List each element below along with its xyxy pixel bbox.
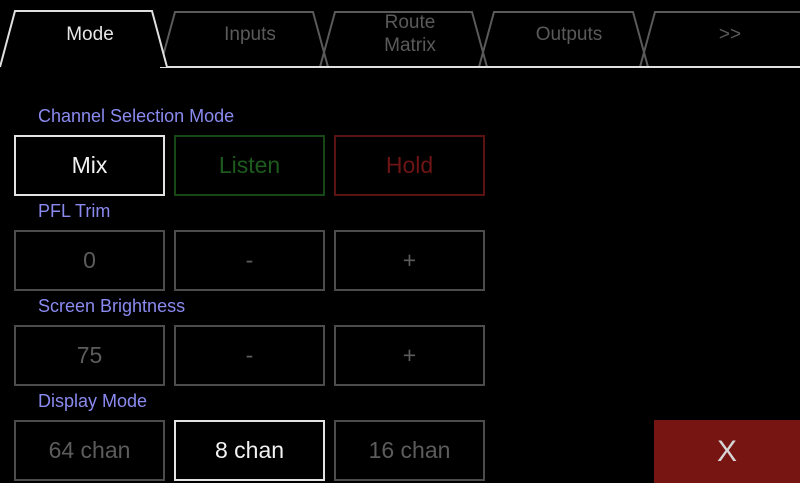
pfl-trim-increment-button[interactable]: + <box>334 230 485 291</box>
tab-inputs[interactable]: Inputs <box>175 0 325 68</box>
tab-more[interactable]: >> <box>655 0 800 68</box>
screen-brightness-decrement-button[interactable]: - <box>174 325 325 386</box>
channel-selection-mode-label: Channel Selection Mode <box>38 106 235 126</box>
mix-button[interactable]: Mix <box>14 135 165 196</box>
close-button[interactable]: X <box>654 420 800 483</box>
pfl-trim-value: 0 <box>14 230 165 291</box>
display-mode-8-chan-button[interactable]: 8 chan <box>174 420 325 481</box>
screen-brightness-value: 75 <box>14 325 165 386</box>
tab-route-matrix[interactable]: Route Matrix <box>335 0 485 68</box>
tab-bar: Mode Inputs Route Matrix Outputs >> <box>0 0 800 70</box>
display-mode-16-chan-button[interactable]: 16 chan <box>334 420 485 481</box>
tab-mode[interactable]: Mode <box>15 0 165 68</box>
tab-outputs[interactable]: Outputs <box>494 0 644 68</box>
listen-button[interactable]: Listen <box>174 135 325 196</box>
hold-button[interactable]: Hold <box>334 135 485 196</box>
screen-brightness-label: Screen Brightness <box>38 296 186 316</box>
pfl-trim-label: PFL Trim <box>38 201 111 221</box>
display-mode-64-chan-button[interactable]: 64 chan <box>14 420 165 481</box>
display-mode-label: Display Mode <box>38 391 148 411</box>
pfl-trim-decrement-button[interactable]: - <box>174 230 325 291</box>
screen-brightness-increment-button[interactable]: + <box>334 325 485 386</box>
